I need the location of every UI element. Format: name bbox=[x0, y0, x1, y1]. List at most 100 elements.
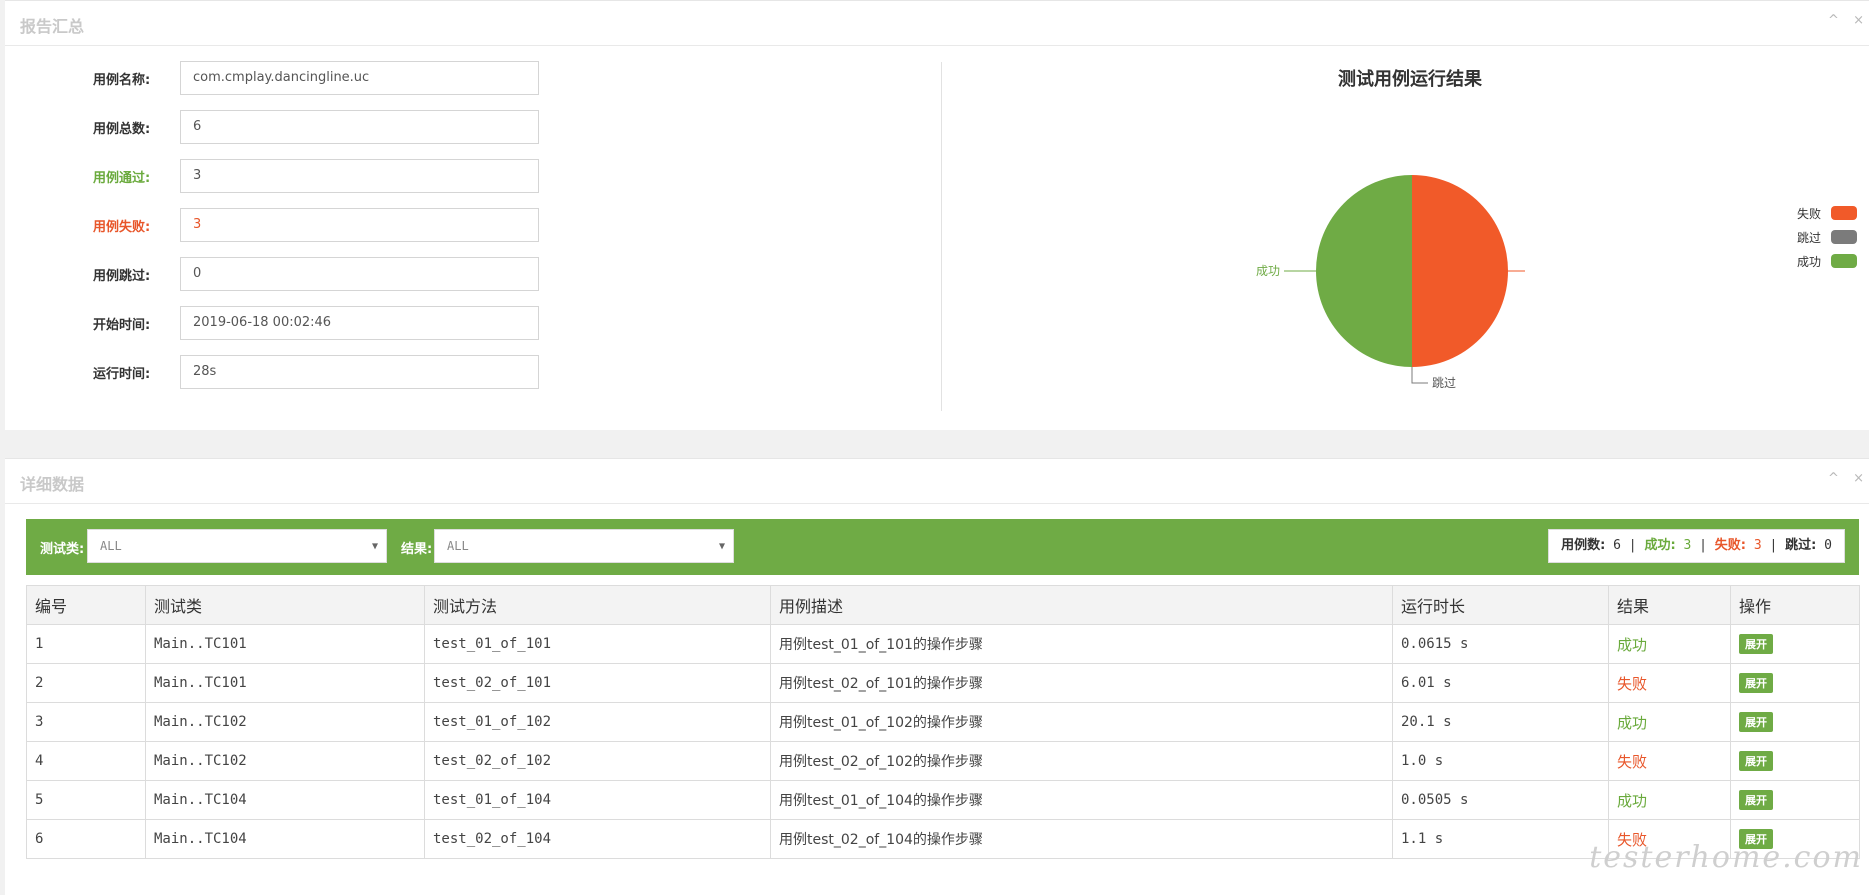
cell-description: 用例test_02_of_101的操作步骤 bbox=[770, 663, 1393, 703]
field-label: 用例跳过: bbox=[93, 269, 151, 284]
table-row: 4 Main..TC102 test_02_of_102 用例test_02_o… bbox=[26, 741, 1860, 781]
column-header-method[interactable]: 测试方法 bbox=[424, 585, 771, 625]
pie-label: 成功 bbox=[1256, 264, 1280, 278]
expand-button[interactable]: 展开 bbox=[1739, 673, 1773, 693]
detail-panel: 详细数据 ^ × 测试类: ALL ▼ 结果: ALL ▼ 用例数: 6 | 成… bbox=[5, 458, 1869, 895]
pie-slice[interactable] bbox=[1316, 175, 1412, 367]
stats-separator: | bbox=[1628, 538, 1637, 553]
cell-result: 成功 bbox=[1608, 624, 1731, 664]
cell-action: 展开 bbox=[1730, 741, 1860, 781]
result-pass-text: 成功 bbox=[1617, 791, 1648, 810]
stats-fail-value: 3 bbox=[1753, 538, 1762, 553]
collapse-icon[interactable]: ^ bbox=[1828, 13, 1839, 28]
case-pass-input[interactable]: 3 bbox=[180, 159, 539, 193]
column-header-duration[interactable]: 运行时长 bbox=[1392, 585, 1609, 625]
vertical-divider bbox=[941, 62, 942, 411]
cell-id: 2 bbox=[26, 663, 146, 703]
case-skip-input[interactable]: 0 bbox=[180, 257, 539, 291]
chevron-down-icon: ▼ bbox=[371, 541, 378, 552]
cell-action: 展开 bbox=[1730, 663, 1860, 703]
summary-panel: 报告汇总 ^ × 用例名称: com.cmplay.dancingline.uc… bbox=[5, 0, 1869, 430]
cell-class: Main..TC102 bbox=[145, 702, 425, 742]
cell-id: 5 bbox=[26, 780, 146, 820]
field-label: 用例总数: bbox=[93, 122, 151, 137]
column-header-description[interactable]: 用例描述 bbox=[770, 585, 1393, 625]
stats-skip-label: 跳过: bbox=[1785, 538, 1817, 553]
cell-id: 1 bbox=[26, 624, 146, 664]
cell-description: 用例test_02_of_102的操作步骤 bbox=[770, 741, 1393, 781]
watermark: testerhome.com bbox=[1589, 840, 1863, 875]
pie-chart: 失败跳过成功 bbox=[1256, 175, 1525, 390]
results-table: 编号 测试类 测试方法 用例描述 运行时长 结果 操作 1 Main..TC10… bbox=[26, 585, 1860, 859]
cell-action: 展开 bbox=[1730, 780, 1860, 820]
table-row: 2 Main..TC101 test_02_of_101 用例test_02_o… bbox=[26, 663, 1860, 703]
expand-button[interactable]: 展开 bbox=[1739, 712, 1773, 732]
cell-description: 用例test_01_of_101的操作步骤 bbox=[770, 624, 1393, 664]
result-filter-select[interactable]: ALL ▼ bbox=[434, 529, 734, 563]
cell-result: 成功 bbox=[1608, 702, 1731, 742]
pie-label: 跳过 bbox=[1432, 376, 1456, 390]
cell-duration: 0.0505 s bbox=[1392, 780, 1609, 820]
stats-pass-label: 成功: bbox=[1644, 538, 1676, 553]
cell-class: Main..TC101 bbox=[145, 624, 425, 664]
stats-pass-value: 3 bbox=[1683, 538, 1692, 553]
cell-duration: 6.01 s bbox=[1392, 663, 1609, 703]
case-fail-input[interactable]: 3 bbox=[180, 208, 539, 242]
chevron-down-icon: ▼ bbox=[718, 541, 725, 552]
legend-swatch bbox=[1831, 206, 1857, 220]
table-row: 6 Main..TC104 test_02_of_104 用例test_02_o… bbox=[26, 819, 1860, 859]
expand-button[interactable]: 展开 bbox=[1739, 634, 1773, 654]
cell-method: test_01_of_102 bbox=[424, 702, 771, 742]
stats-total-value: 6 bbox=[1613, 538, 1621, 553]
table-row: 1 Main..TC101 test_01_of_101 用例test_01_o… bbox=[26, 624, 1860, 664]
detail-panel-header: 详细数据 ^ × bbox=[5, 459, 1869, 504]
result-fail-text: 失败 bbox=[1617, 752, 1648, 771]
legend-label: 跳过 bbox=[1796, 231, 1821, 245]
cell-duration: 1.0 s bbox=[1392, 741, 1609, 781]
legend-item-fail[interactable]: 失败 bbox=[1777, 201, 1857, 225]
cell-class: Main..TC101 bbox=[145, 663, 425, 703]
field-label: 用例失败: bbox=[93, 220, 151, 235]
legend-swatch bbox=[1831, 230, 1857, 244]
collapse-icon[interactable]: ^ bbox=[1828, 471, 1839, 486]
field-label: 用例通过: bbox=[93, 171, 151, 186]
legend-item-pass[interactable]: 成功 bbox=[1777, 249, 1857, 273]
cell-id: 6 bbox=[26, 819, 146, 859]
start-time-input[interactable]: 2019-06-18 00:02:46 bbox=[180, 306, 539, 340]
table-header-row: 编号 测试类 测试方法 用例描述 运行时长 结果 操作 bbox=[26, 585, 1860, 625]
expand-button[interactable]: 展开 bbox=[1739, 751, 1773, 771]
legend-swatch bbox=[1831, 254, 1857, 268]
table-row: 3 Main..TC102 test_01_of_102 用例test_01_o… bbox=[26, 702, 1860, 742]
column-header-result[interactable]: 结果 bbox=[1608, 585, 1731, 625]
cell-description: 用例test_01_of_102的操作步骤 bbox=[770, 702, 1393, 742]
close-icon[interactable]: × bbox=[1853, 471, 1864, 486]
class-filter-label: 测试类: bbox=[40, 542, 85, 557]
close-icon[interactable]: × bbox=[1853, 13, 1864, 28]
cell-class: Main..TC104 bbox=[145, 819, 425, 859]
stats-skip-value: 0 bbox=[1824, 538, 1832, 553]
column-header-class[interactable]: 测试类 bbox=[145, 585, 425, 625]
column-header-id[interactable]: 编号 bbox=[26, 585, 146, 625]
detail-panel-tools: ^ × bbox=[1818, 471, 1864, 486]
class-filter-select[interactable]: ALL ▼ bbox=[87, 529, 387, 563]
class-filter-value: ALL bbox=[100, 539, 122, 553]
expand-button[interactable]: 展开 bbox=[1739, 790, 1773, 810]
field-label: 开始时间: bbox=[93, 318, 151, 333]
stats-separator: | bbox=[1699, 538, 1707, 553]
filter-bar: 测试类: ALL ▼ 结果: ALL ▼ 用例数: 6 | 成功: 3 | 失败… bbox=[26, 519, 1859, 575]
result-filter-label: 结果: bbox=[401, 542, 433, 557]
cell-method: test_02_of_104 bbox=[424, 819, 771, 859]
cell-method: test_01_of_104 bbox=[424, 780, 771, 820]
cell-description: 用例test_01_of_104的操作步骤 bbox=[770, 780, 1393, 820]
cell-id: 4 bbox=[26, 741, 146, 781]
run-time-input[interactable]: 28s bbox=[180, 355, 539, 389]
legend-label: 成功 bbox=[1796, 255, 1821, 269]
cell-method: test_02_of_101 bbox=[424, 663, 771, 703]
summary-panel-header: 报告汇总 ^ × bbox=[5, 1, 1869, 46]
case-name-input[interactable]: com.cmplay.dancingline.uc bbox=[180, 61, 539, 95]
legend-item-skip[interactable]: 跳过 bbox=[1777, 225, 1857, 249]
pie-slice[interactable] bbox=[1412, 175, 1508, 367]
chart-legend: 失败 跳过 成功 bbox=[1777, 201, 1857, 273]
cell-class: Main..TC102 bbox=[145, 741, 425, 781]
case-total-input[interactable]: 6 bbox=[180, 110, 539, 144]
